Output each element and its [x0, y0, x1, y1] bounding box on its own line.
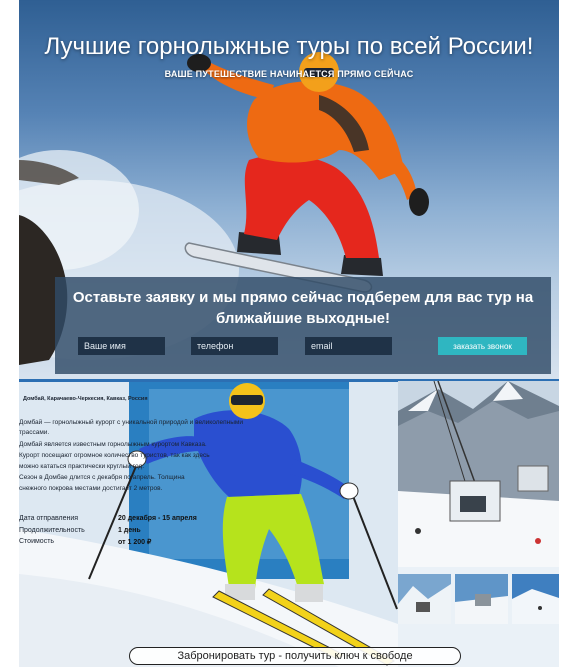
duration-label: Продолжительность: [19, 527, 85, 534]
book-tour-button[interactable]: Забронировать тур - получить ключ к своб…: [129, 647, 461, 665]
departure-value: 20 декабря - 15 апреля: [118, 515, 197, 522]
description-line: можно кататься практически круглый год.: [19, 463, 145, 470]
tour-section: Домбай, Карачаево-Черкесия, Кавказ, Росс…: [19, 379, 559, 667]
name-input[interactable]: [78, 337, 165, 355]
tour-location: Домбай, Карачаево-Черкесия, Кавказ, Росс…: [23, 396, 148, 402]
duration-value: 1 день: [118, 527, 141, 534]
gallery-thumb-2[interactable]: [455, 574, 508, 624]
hero-section: Лучшие горнолыжные туры по всей России! …: [19, 0, 559, 379]
form-title-line1: Оставьте заявку и мы прямо сейчас подбер…: [72, 289, 534, 306]
description-line: Домбай является известным горнолыжным ку…: [19, 441, 207, 448]
form-title: Оставьте заявку и мы прямо сейчас подбер…: [55, 287, 551, 329]
gallery-thumb-1[interactable]: [398, 574, 451, 624]
description-line: Курорт посещают огромное количество тури…: [19, 452, 210, 459]
description-line: трассами.: [19, 429, 50, 436]
gallery-thumb-3[interactable]: [512, 574, 559, 624]
hero-subtitle: ВАШЕ ПУТЕШЕСТВИЕ НАЧИНАЕТСЯ ПРЯМО СЕЙЧАС: [164, 69, 414, 79]
description-line: Сезон в Домбае длится с декабря по апрел…: [19, 474, 185, 481]
request-form-panel: Оставьте заявку и мы прямо сейчас подбер…: [55, 277, 551, 374]
email-input[interactable]: [305, 337, 392, 355]
description-line: снежного покрова местами достигает 2 мет…: [19, 485, 163, 492]
price-label: Стоимость: [19, 538, 55, 545]
order-call-button[interactable]: заказать звонок: [438, 337, 527, 355]
phone-input[interactable]: [191, 337, 278, 355]
hero-title: Лучшие горнолыжные туры по всей России!: [44, 33, 534, 60]
departure-label: Дата отправления: [19, 515, 79, 522]
ski-lift-photo[interactable]: [398, 381, 559, 567]
description-line: Домбай — горнолыжный курорт с уникальной…: [19, 419, 243, 426]
price-value: от 1 200 ₽: [118, 539, 152, 546]
form-title-line2: ближайшие выходные!: [216, 310, 390, 327]
